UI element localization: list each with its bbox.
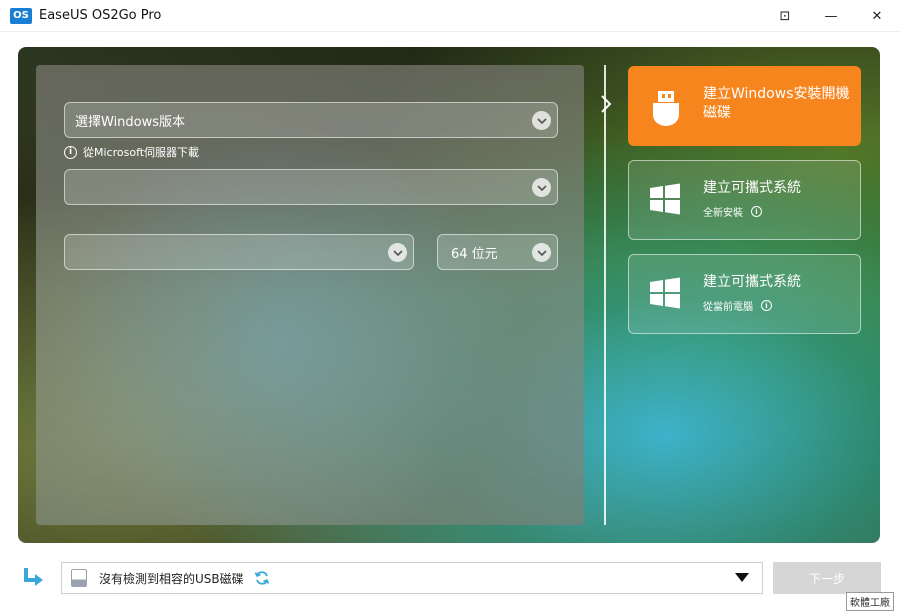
title-bar: OS EaseUS OS2Go Pro ⊡ — ✕ — [0, 0, 900, 32]
option-portable-from-current[interactable]: 建立可攜式系統 從當前電腦 i — [628, 254, 861, 334]
restore-button[interactable]: ⊡ — [762, 0, 808, 32]
windows-version-select[interactable]: 選擇Windows版本 — [64, 102, 558, 138]
info-icon[interactable]: i — [761, 300, 772, 311]
usb-drive-select[interactable]: 沒有檢測到相容的USB磁碟 — [61, 562, 763, 594]
option-subtitle-text: 全新安裝 — [703, 208, 743, 219]
disk-icon — [71, 569, 87, 587]
option-title: 建立可攜式系統 — [703, 274, 801, 290]
download-info: i 從Microsoft伺服器下載 — [64, 144, 199, 160]
arrow-down-right-icon — [22, 566, 46, 590]
chevron-down-icon — [532, 111, 551, 130]
close-button[interactable]: ✕ — [854, 0, 900, 32]
chevron-down-icon — [532, 243, 551, 262]
usb-status-text: 沒有檢測到相容的USB磁碟 — [99, 571, 244, 586]
minimize-button[interactable]: — — [808, 0, 854, 32]
architecture-select[interactable]: 64 位元 — [437, 234, 558, 270]
edition-select[interactable] — [64, 169, 558, 205]
windows-version-placeholder: 選擇Windows版本 — [75, 114, 186, 130]
usb-drive-icon — [649, 89, 683, 126]
option-subtitle: 全新安裝 i — [703, 204, 762, 219]
option-title: 建立可攜式系統 — [703, 180, 801, 196]
option-title: 建立Windows安裝開機磁碟 — [703, 86, 850, 121]
app-title: EaseUS OS2Go Pro — [39, 8, 162, 23]
next-button[interactable]: 下一步 — [773, 562, 881, 594]
windows-logo-icon — [649, 183, 683, 217]
architecture-value: 64 位元 — [451, 246, 498, 262]
refresh-icon[interactable] — [254, 570, 270, 586]
option-portable-fresh-install[interactable]: 建立可攜式系統 全新安裝 i — [628, 160, 861, 240]
chevron-down-icon — [388, 243, 407, 262]
download-info-text: 從Microsoft伺服器下載 — [83, 146, 200, 159]
option-create-boot-disk[interactable]: 建立Windows安裝開機磁碟 — [628, 66, 861, 146]
chevron-right-icon — [600, 95, 612, 117]
option-subtitle: 從當前電腦 i — [703, 298, 772, 313]
windows-logo-icon — [649, 277, 683, 311]
window-controls: ⊡ — ✕ — [762, 0, 900, 32]
main-panel: 選擇Windows版本 i 從Microsoft伺服器下載 64 位元 建立Wi… — [18, 47, 880, 543]
info-icon[interactable]: i — [751, 206, 762, 217]
timeline-divider — [604, 65, 606, 525]
chevron-down-icon — [532, 178, 551, 197]
info-icon: i — [64, 145, 77, 159]
language-select[interactable] — [64, 234, 414, 270]
app-logo-icon: OS — [10, 7, 32, 24]
watermark: 軟體工廠 — [846, 592, 894, 611]
settings-panel: 選擇Windows版本 i 從Microsoft伺服器下載 64 位元 — [36, 65, 584, 525]
option-subtitle-text: 從當前電腦 — [703, 302, 753, 313]
dropdown-arrow-icon[interactable] — [735, 573, 749, 582]
